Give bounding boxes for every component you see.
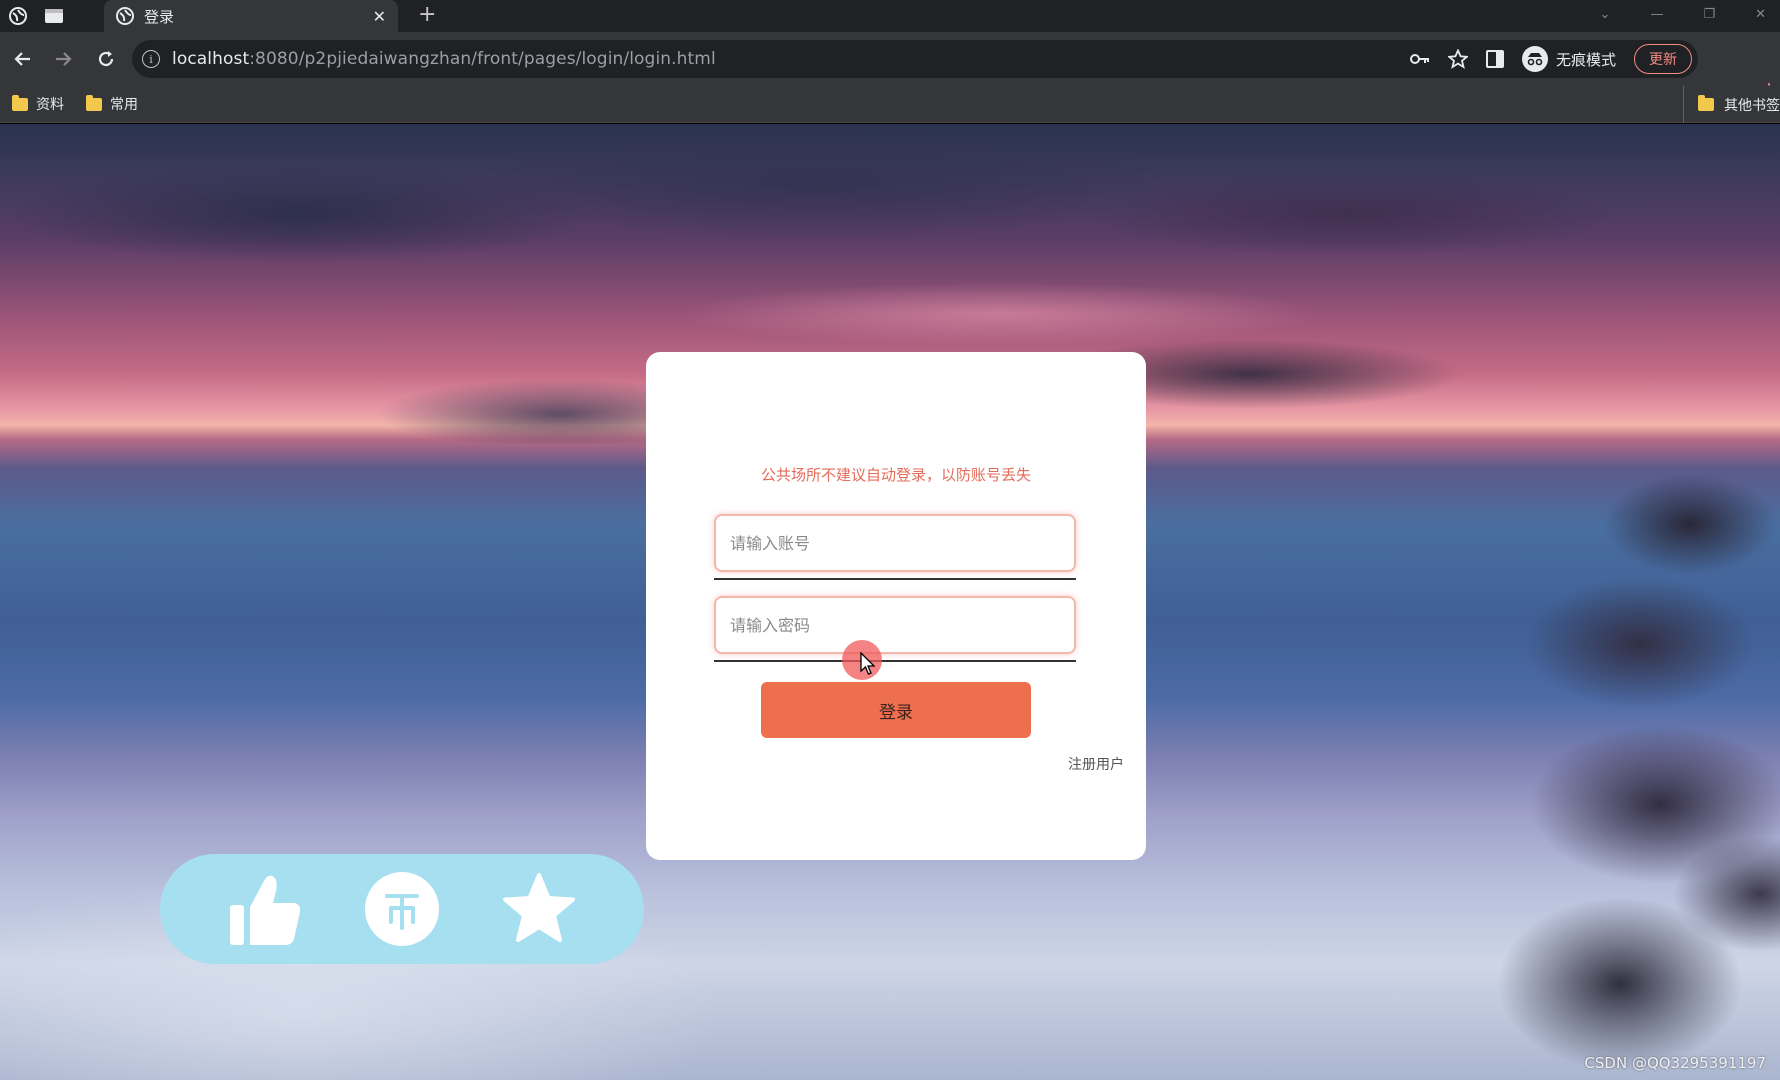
page-viewport: 公共场所不建议自动登录，以防账号丢失 登录 注册用户 [0,124,1780,1080]
chrome-menu-icon[interactable] [0,0,36,32]
close-window-icon[interactable]: ✕ [1755,7,1766,22]
incognito-icon [1521,46,1548,72]
incognito-label: 无痕模式 [1555,50,1616,69]
globe-icon [116,7,134,25]
address-bar-actions: 无痕模式 更新 [1409,40,1698,78]
browser-toolbar: i localhost:8080/p2pjiedaiwangzhan/front… [0,32,1780,101]
tab-login[interactable]: 登录 ✕ [104,0,398,32]
restore-icon[interactable]: ❐ [1703,7,1715,22]
reload-icon[interactable] [86,39,126,79]
bookmark-folder-ziliao[interactable]: 资料 [12,94,64,114]
other-bookmarks-folder[interactable]: 其他书签 [1683,86,1780,123]
username-field-group [714,514,1076,580]
password-field-group [714,596,1076,662]
bookmark-folder-changyong[interactable]: 常用 [86,94,138,114]
watermark-text: CSDN @QQ3295391197 [1584,1054,1766,1072]
star-icon [503,873,576,942]
username-input[interactable] [714,514,1076,572]
url-text[interactable]: localhost:8080/p2pjiedaiwangzhan/front/p… [172,49,716,69]
new-tab-button[interactable]: + [418,2,436,27]
tab-title: 登录 [144,7,175,26]
other-bookmarks-label: 其他书签 [1724,97,1780,114]
address-bar[interactable]: i localhost:8080/p2pjiedaiwangzhan/front… [132,40,1698,78]
update-button[interactable]: 更新 [1634,44,1692,74]
mouse-cursor-icon [860,652,876,675]
side-panel-icon[interactable] [1485,50,1504,68]
tab-close-icon[interactable]: ✕ [373,7,386,26]
bookmark-star-icon[interactable] [1447,49,1468,69]
thumbs-up-icon [229,875,300,945]
login-card: 公共场所不建议自动登录，以防账号丢失 登录 注册用户 [646,352,1146,860]
tab-search-icon[interactable] [36,0,72,32]
minimize-icon[interactable]: — [1650,7,1663,22]
coin-button[interactable] [362,869,442,949]
folder-icon [86,94,102,111]
bookmark-label: 常用 [110,97,138,113]
triple-action-bar [160,854,644,964]
coin-icon [364,872,439,946]
tab-list-icon[interactable]: ⌄ [1600,7,1611,22]
bookmarks-bar: 资料 常用 其他书签 [0,86,1780,123]
password-input[interactable] [714,596,1076,654]
key-icon[interactable] [1409,53,1430,65]
login-button[interactable]: 登录 [761,682,1031,738]
auto-login-notice: 公共场所不建议自动登录，以防账号丢失 [760,466,1031,484]
window-controls: ⌄ — ❐ ✕ [1600,0,1780,28]
favorite-button[interactable] [499,869,579,949]
site-info-icon[interactable]: i [142,50,160,68]
bookmark-label: 资料 [36,97,64,113]
register-link[interactable]: 注册用户 [1068,754,1124,774]
forward-icon[interactable] [44,39,84,79]
incognito-indicator[interactable]: 无痕模式 [1521,46,1616,72]
folder-icon [1698,95,1714,111]
browser-tab-strip: 登录 ✕ + ⌄ — ❐ ✕ [0,0,1780,32]
folder-icon [12,94,28,111]
like-button[interactable] [225,869,305,949]
background-rocks [1360,444,1780,1080]
back-icon[interactable] [2,39,42,79]
